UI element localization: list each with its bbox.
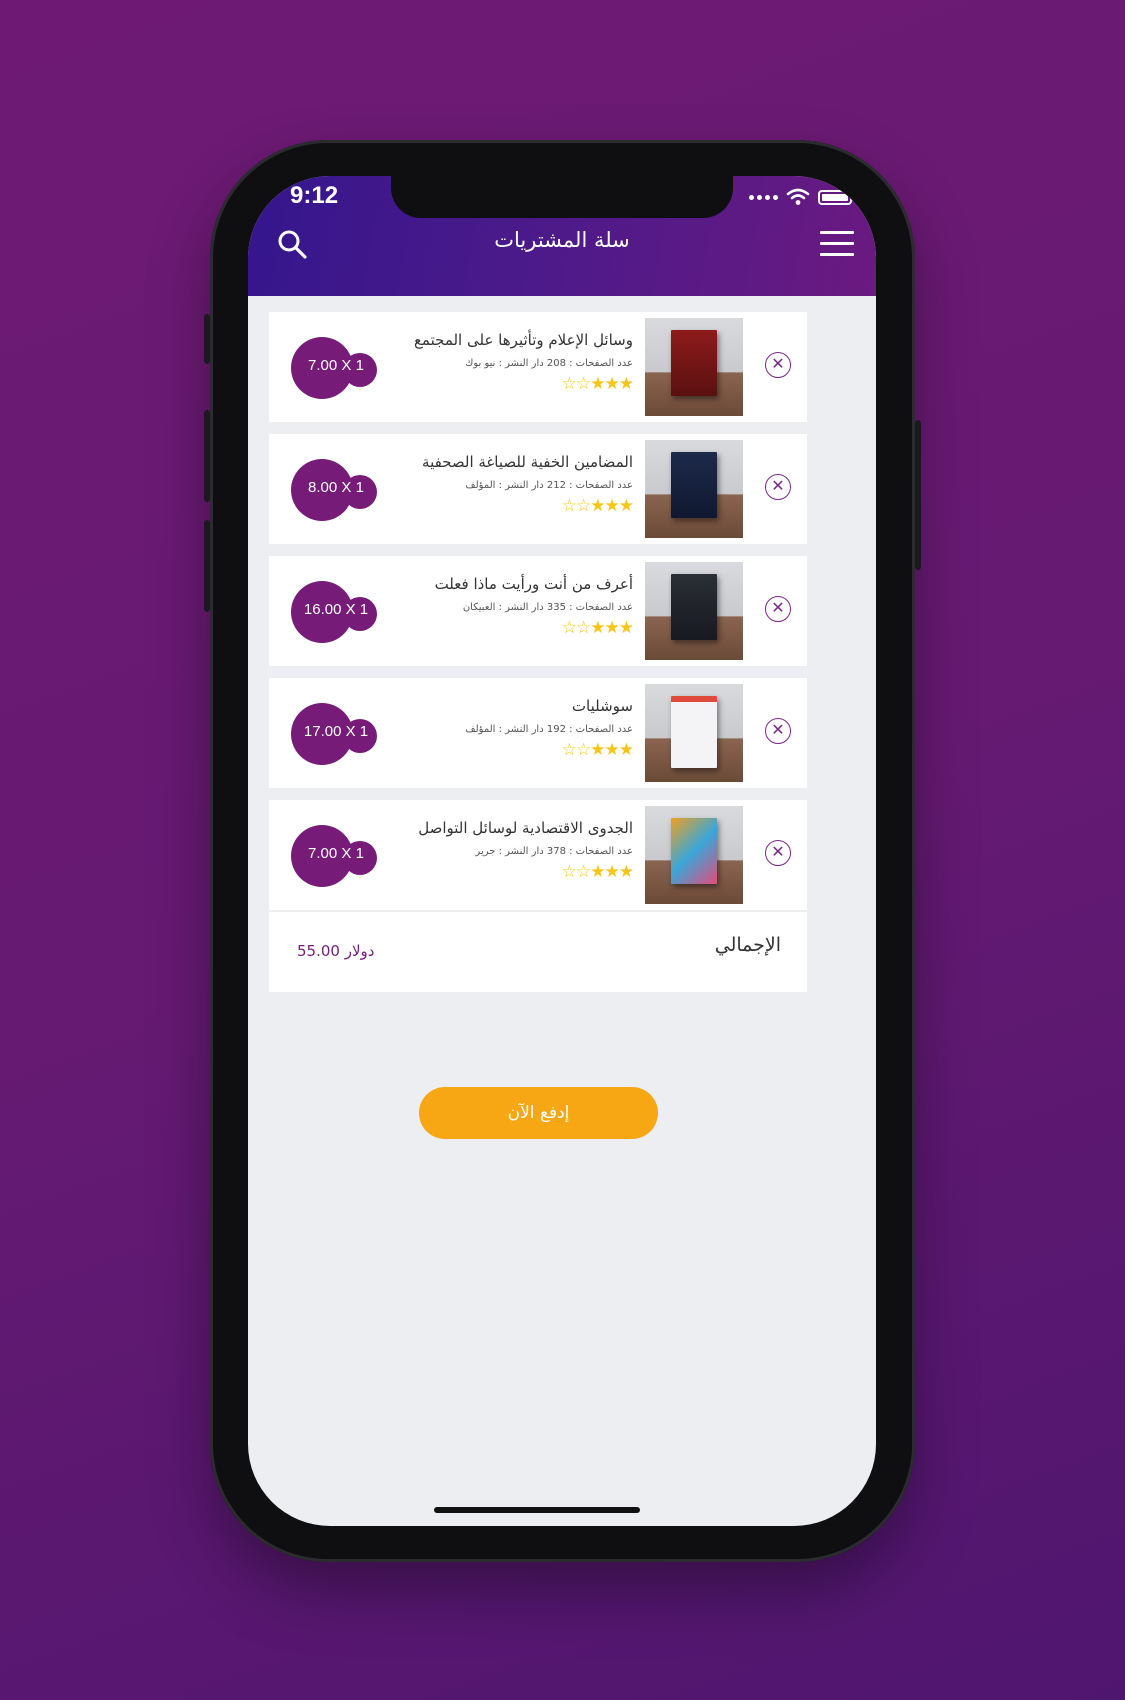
rating-stars: ☆☆★★★	[561, 862, 634, 882]
book-cover-image	[645, 440, 743, 538]
book-meta: عدد الصفحات : 192 دار النشر : المؤلف	[465, 724, 633, 735]
remove-item-icon[interactable]: ✕	[765, 352, 791, 378]
price-badge: 17.00 X 1	[291, 703, 381, 765]
volume-down-button	[204, 520, 210, 612]
status-icons	[749, 188, 855, 206]
cart-list: ✕ وسائل الإعلام وتأثيرها على المجتمع عدد…	[269, 312, 807, 922]
book-cover-image	[645, 318, 743, 416]
item-info: سوشليات عدد الصفحات : 192 دار النشر : ال…	[373, 696, 634, 760]
book-meta: عدد الصفحات : 212 دار النشر : المؤلف	[465, 480, 633, 491]
volume-up-button	[204, 410, 210, 502]
item-info: الجدوى الاقتصادية لوسائل التواصل عدد الص…	[373, 818, 634, 882]
price-label: 7.00 X 1	[308, 357, 364, 374]
rating-stars: ☆☆★★★	[561, 374, 634, 394]
book-cover-image	[645, 684, 743, 782]
price-label: 8.00 X 1	[308, 479, 364, 496]
screen: 9:12 سلة المشتريات ✕ وسائل الإعلام وتأثي…	[248, 176, 876, 1526]
signal-icon	[749, 194, 778, 200]
cart-item: ✕ المضامين الخفية للصياغة الصحفية عدد ال…	[269, 434, 807, 544]
battery-icon	[818, 189, 855, 205]
rating-stars: ☆☆★★★	[561, 496, 634, 516]
item-info: أعرف من أنت ورأيت ماذا فعلت عدد الصفحات …	[373, 574, 634, 638]
remove-item-icon[interactable]: ✕	[765, 474, 791, 500]
price-badge: 16.00 X 1	[291, 581, 381, 643]
total-amount: 55.00 دولار	[297, 942, 375, 960]
book-title: سوشليات	[571, 697, 633, 715]
cart-item: ✕ وسائل الإعلام وتأثيرها على المجتمع عدد…	[269, 312, 807, 422]
price-badge: 7.00 X 1	[291, 337, 381, 399]
book-meta: عدد الصفحات : 335 دار النشر : العبيكان	[462, 602, 633, 613]
rating-stars: ☆☆★★★	[561, 740, 634, 760]
status-time: 9:12	[290, 182, 339, 209]
book-cover-image	[645, 806, 743, 904]
book-title: المضامين الخفية للصياغة الصحفية	[422, 453, 633, 471]
remove-item-icon[interactable]: ✕	[765, 840, 791, 866]
book-meta: عدد الصفحات : 208 دار النشر : نيو بوك	[465, 358, 633, 369]
price-badge: 7.00 X 1	[291, 825, 381, 887]
price-label: 16.00 X 1	[303, 601, 369, 618]
book-cover-image	[645, 562, 743, 660]
cart-item: ✕ أعرف من أنت ورأيت ماذا فعلت عدد الصفحا…	[269, 556, 807, 666]
cart-item: ✕ الجدوى الاقتصادية لوسائل التواصل عدد ا…	[269, 800, 807, 910]
mute-switch	[204, 314, 210, 364]
item-info: وسائل الإعلام وتأثيرها على المجتمع عدد ا…	[373, 330, 634, 394]
hamburger-menu-icon[interactable]	[820, 231, 854, 257]
pay-now-button[interactable]: إدفع الآن	[419, 1087, 658, 1139]
home-indicator[interactable]	[434, 1507, 640, 1513]
total-row: الإجمالي 55.00 دولار	[269, 912, 807, 992]
phone-frame: 9:12 سلة المشتريات ✕ وسائل الإعلام وتأثي…	[204, 140, 921, 1562]
cart-item: ✕ سوشليات عدد الصفحات : 192 دار النشر : …	[269, 678, 807, 788]
page-title: سلة المشتريات	[494, 228, 630, 252]
book-title: أعرف من أنت ورأيت ماذا فعلت	[434, 575, 633, 593]
price-label: 7.00 X 1	[308, 845, 364, 862]
price-badge: 8.00 X 1	[291, 459, 381, 521]
item-info: المضامين الخفية للصياغة الصحفية عدد الصف…	[373, 452, 634, 516]
total-label: الإجمالي	[714, 934, 781, 956]
rating-stars: ☆☆★★★	[561, 618, 634, 638]
book-title: وسائل الإعلام وتأثيرها على المجتمع	[413, 331, 633, 349]
price-label: 17.00 X 1	[303, 723, 369, 740]
wifi-icon	[786, 188, 810, 205]
book-title: الجدوى الاقتصادية لوسائل التواصل	[418, 819, 633, 837]
notch	[391, 176, 733, 218]
remove-item-icon[interactable]: ✕	[765, 596, 791, 622]
remove-item-icon[interactable]: ✕	[765, 718, 791, 744]
book-meta: عدد الصفحات : 378 دار النشر : جرير	[475, 846, 633, 857]
power-button	[915, 420, 921, 570]
